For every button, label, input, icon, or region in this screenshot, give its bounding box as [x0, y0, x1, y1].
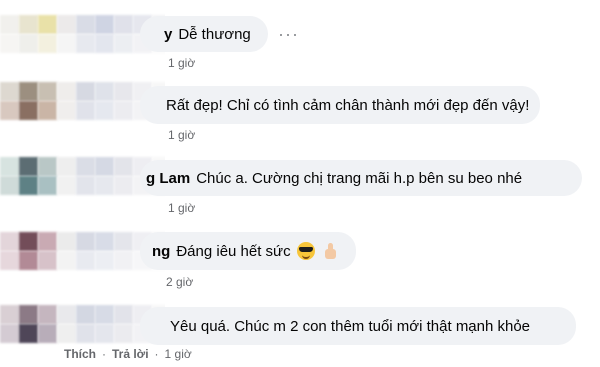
- comment-text: Chúc a. Cường chị trang mãi h.p bên su b…: [196, 169, 523, 187]
- separator-dot: ·: [154, 347, 159, 361]
- comment-time[interactable]: 1 giờ: [168, 128, 195, 142]
- comment-time[interactable]: 1 giờ: [168, 201, 195, 215]
- comment-time[interactable]: 1 giờ: [165, 347, 192, 361]
- comment-bubble: Yêu quá. Chúc m 2 con thêm tuổi mới thật…: [140, 307, 576, 345]
- comment-bubble: ng Đáng iêu hết sức: [140, 232, 356, 270]
- comment-meta: 1 giờ: [168, 201, 195, 215]
- separator-dot: ·: [102, 347, 106, 361]
- comment-bubble: y Dễ thương: [140, 16, 268, 52]
- comment-bubble: g Lam Chúc a. Cường chị trang mãi h.p bê…: [140, 160, 582, 196]
- comment-text: Yêu quá. Chúc m 2 con thêm tuổi mới thật…: [170, 317, 531, 335]
- like-button[interactable]: Thích: [64, 347, 96, 361]
- thumbs-up-icon: [321, 242, 339, 260]
- commenter-name[interactable]: g Lam: [146, 170, 190, 187]
- comment-bubble: Rất đẹp! Chỉ có tình cảm chân thành mới …: [140, 86, 540, 124]
- comment-text: Đáng iêu hết sức: [176, 242, 291, 260]
- commenter-name[interactable]: ng: [152, 243, 170, 260]
- comment-time[interactable]: 2 giờ: [166, 275, 193, 289]
- comment-meta: 1 giờ: [168, 56, 195, 70]
- comment-time[interactable]: 1 giờ: [168, 56, 195, 70]
- sunglasses-face-icon: [296, 242, 315, 260]
- commenter-name[interactable]: y: [164, 26, 172, 43]
- comment-meta: 2 giờ: [166, 275, 193, 289]
- comment-actions: Thích · Trả lời · 1 giờ: [64, 347, 192, 361]
- comment-text: Dễ thương: [178, 25, 251, 43]
- reply-button[interactable]: Trả lời: [112, 347, 149, 361]
- comment-meta: 1 giờ: [168, 128, 195, 142]
- more-options-icon[interactable]: ···: [278, 24, 299, 45]
- comment-text: Rất đẹp! Chỉ có tình cảm chân thành mới …: [166, 96, 530, 114]
